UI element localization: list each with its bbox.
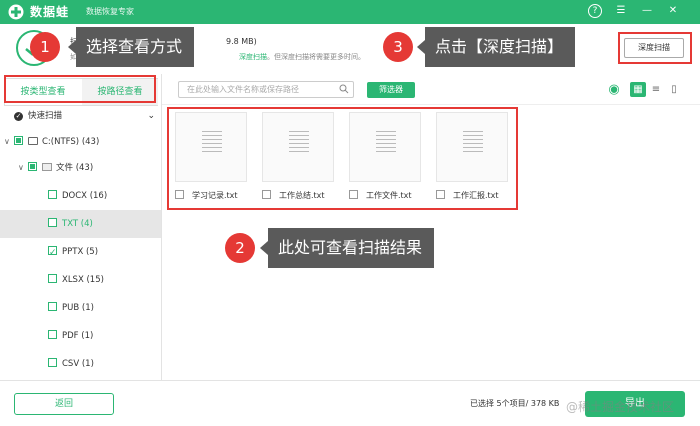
drive-icon — [28, 137, 38, 145]
type-checkbox[interactable] — [48, 239, 57, 267]
tree-folder[interactable]: ∨ 文件 (43) — [0, 154, 161, 182]
highlight-results — [167, 107, 518, 210]
menu-icon[interactable]: ☰ — [614, 4, 628, 18]
tree-type-pptx[interactable]: PPTX (5) — [0, 238, 161, 267]
list-view-icon[interactable]: ≡ — [648, 82, 664, 97]
type-checkbox[interactable] — [48, 218, 57, 227]
app-subtitle: 数据恢复专家 — [86, 7, 134, 16]
type-checkbox[interactable] — [48, 358, 57, 367]
watermark: @稀土掘金技术社区 — [566, 400, 675, 414]
search-icon[interactable] — [339, 84, 349, 94]
callout-2-number: 2 — [225, 233, 255, 263]
callout-3-number: 3 — [383, 32, 413, 62]
type-checkbox[interactable] — [48, 190, 57, 199]
chevron-down-icon[interactable]: ⌄ — [147, 102, 155, 130]
check-circle-icon: ✓ — [14, 112, 23, 121]
expand-arrow-icon[interactable]: ∨ — [4, 128, 14, 156]
grid-view-icon[interactable]: ▦ — [630, 82, 646, 97]
folder-icon — [42, 163, 52, 171]
highlight-deep-scan — [618, 32, 692, 64]
app-logo-icon — [8, 4, 24, 20]
tree-type-csv[interactable]: CSV (1) — [0, 350, 161, 378]
detail-view-icon[interactable]: ▯ — [666, 82, 682, 97]
filter-button[interactable]: 筛选器 — [367, 82, 415, 98]
tree-type-txt[interactable]: TXT (4) — [0, 210, 161, 238]
tree-type-docx[interactable]: DOCX (16) — [0, 182, 161, 210]
callout-1-number: 1 — [30, 32, 60, 62]
help-icon[interactable]: ? — [588, 4, 602, 18]
callout-3: 点击【深度扫描】 — [416, 27, 576, 67]
back-button[interactable]: 返回 — [14, 393, 114, 415]
type-checkbox[interactable] — [48, 274, 57, 283]
title-bar: 数据蛙 数据恢复专家 ? ☰ — ✕ — [0, 0, 700, 24]
close-icon[interactable]: ✕ — [666, 4, 680, 18]
tree-type-xlsx[interactable]: XLSX (15) — [0, 266, 161, 294]
type-checkbox[interactable] — [48, 302, 57, 311]
type-checkbox[interactable] — [48, 330, 57, 339]
folder-checkbox[interactable] — [28, 162, 37, 171]
drive-checkbox[interactable] — [14, 136, 23, 145]
tree-type-pub[interactable]: PUB (1) — [0, 294, 161, 322]
eye-icon[interactable]: ◉ — [604, 82, 624, 97]
tree-drive[interactable]: ∨ C:(NTFS) (43) — [0, 128, 161, 156]
deep-scan-link[interactable]: 深度扫描 — [239, 53, 267, 61]
minimize-icon[interactable]: — — [640, 4, 654, 18]
app-name: 数据蛙 — [30, 5, 70, 19]
expand-arrow-icon[interactable]: ∨ — [18, 154, 28, 182]
tree-quick-scan[interactable]: ✓ 快速扫描 ⌄ — [0, 102, 161, 130]
highlight-view-tabs — [4, 75, 156, 103]
search-input[interactable]: 在此处输入文件名称或保存路径 — [178, 81, 354, 98]
callout-2: 此处可查看扫描结果 — [259, 228, 435, 268]
selection-info: 已选择 5个项目/ 378 KB — [470, 399, 560, 408]
sidebar: 按类型查看 按路径查看 ✓ 快速扫描 ⌄ ∨ C:(NTFS) (43) ∨ 文件 (… — [0, 74, 162, 380]
toolbar-divider — [162, 104, 700, 105]
tree-type-pdf[interactable]: PDF (1) — [0, 322, 161, 350]
callout-1: 选择查看方式 — [67, 27, 195, 67]
